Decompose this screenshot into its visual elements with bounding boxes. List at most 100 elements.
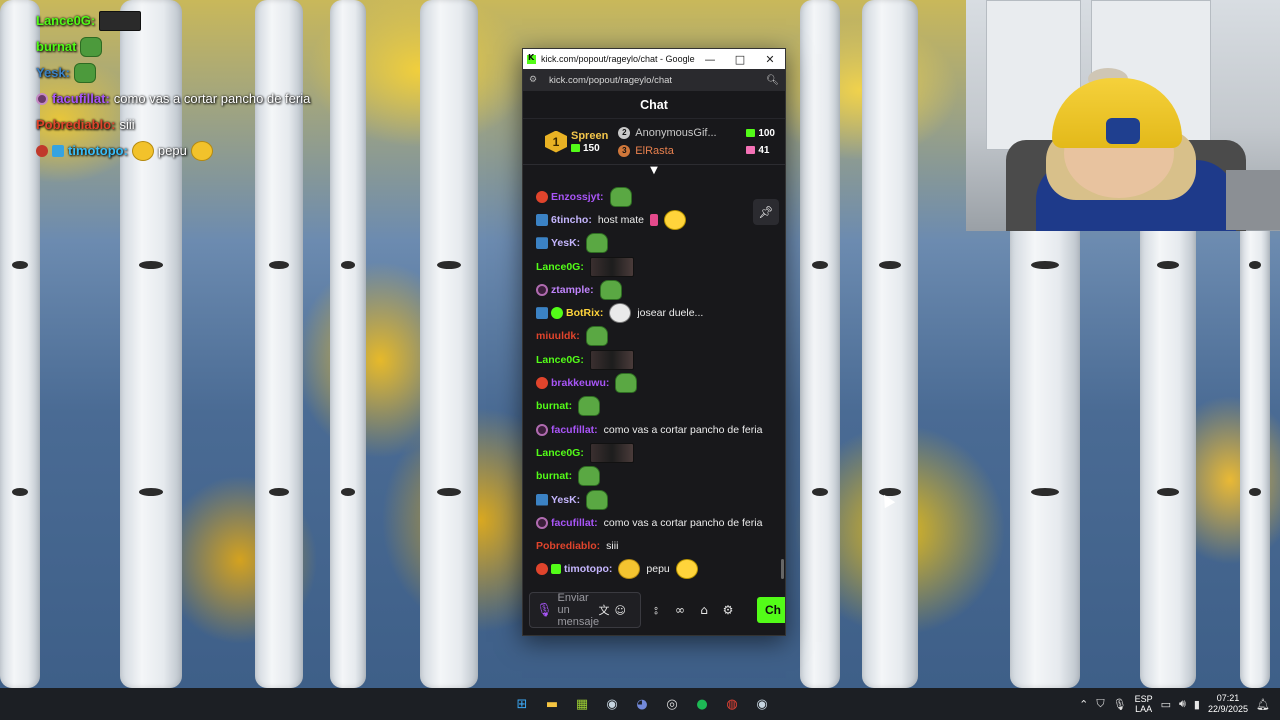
chat-username[interactable]: Lance0G: bbox=[536, 354, 584, 366]
taskbar-pinned-apps: ⊞ ▬ ▦ ◉ ◕ ◎ ● ◍ ◉ bbox=[510, 692, 774, 716]
file-explorer-icon[interactable]: ▬ bbox=[540, 692, 564, 716]
clock-date: 22/9/2025 bbox=[1207, 704, 1249, 714]
steam-alt-icon[interactable]: ◉ bbox=[750, 692, 774, 716]
chat-message[interactable]: burnat: bbox=[536, 465, 785, 488]
chat-username[interactable]: timotopo: bbox=[564, 563, 612, 575]
emote-image bbox=[675, 559, 698, 580]
chat-message[interactable]: miuuldk: bbox=[536, 325, 785, 348]
language-indicator[interactable]: ESP LAA bbox=[1135, 694, 1153, 714]
user-badge-icon bbox=[536, 307, 548, 320]
chat-username[interactable]: Lance0G: bbox=[536, 447, 584, 459]
chat-username[interactable]: burnat: bbox=[536, 400, 572, 412]
windows-start-icon[interactable]: ⊞ bbox=[510, 692, 534, 716]
chat-input[interactable]: 🎙︎ Enviar un mensaje 文 ☺ bbox=[529, 592, 641, 628]
chat-username[interactable]: YesK: bbox=[551, 237, 580, 249]
chat-username[interactable]: 6tincho: bbox=[551, 214, 592, 226]
chat-message[interactable]: YesK: bbox=[536, 488, 785, 511]
chrome-icon[interactable]: ◍ bbox=[720, 692, 744, 716]
notification-icon[interactable]: 🔔︎ bbox=[1256, 698, 1270, 711]
points-icon[interactable]: ⦂ bbox=[647, 603, 665, 618]
discord-icon[interactable]: ◕ bbox=[630, 692, 654, 716]
chat-message[interactable]: Lance0G: bbox=[536, 441, 785, 464]
chat-message[interactable]: BotRix: josear duele... bbox=[536, 301, 785, 324]
chat-username[interactable]: facufillat: bbox=[551, 517, 598, 529]
microphone-icon[interactable]: 🎙︎ bbox=[536, 603, 553, 618]
zoom-icon[interactable]: 🔍︎ bbox=[766, 75, 779, 86]
emote-image bbox=[589, 256, 634, 277]
battery-icon[interactable]: ▮ bbox=[1194, 698, 1200, 711]
user-badge-icon bbox=[536, 237, 548, 250]
chat-username[interactable]: Lance0G: bbox=[536, 261, 584, 273]
user-badge-icon bbox=[536, 423, 548, 436]
steam-icon[interactable]: ◉ bbox=[600, 692, 624, 716]
chat-username[interactable]: brakkeuwu: bbox=[551, 377, 609, 389]
chat-message[interactable]: facufillat: como vas a cortar pancho de f… bbox=[536, 418, 785, 441]
system-tray: ⌃ ⛉ 🎙︎ ESP LAA ▭ 🔊︎ ▮ 07:21 22/9/2025 🔔︎ bbox=[1079, 688, 1270, 720]
chat-message[interactable]: YesK: bbox=[536, 232, 785, 255]
chat-message[interactable]: Lance0G: bbox=[536, 348, 785, 371]
minimize-button[interactable]: — bbox=[695, 53, 725, 66]
keyboard-layout: LAA bbox=[1135, 704, 1153, 714]
security-shield-icon[interactable]: ⛉ bbox=[1096, 697, 1104, 711]
chat-message[interactable]: burnat: bbox=[536, 395, 785, 418]
chat-username[interactable]: facufillat: bbox=[551, 424, 598, 436]
infinity-icon[interactable]: ∞ bbox=[671, 603, 689, 617]
close-button[interactable]: ✕ bbox=[755, 53, 785, 66]
spotify-icon[interactable]: ● bbox=[690, 692, 714, 716]
chat-message[interactable]: Lance0G: bbox=[536, 255, 785, 278]
chat-username[interactable]: Pobrediablo: bbox=[536, 540, 600, 552]
emote-image bbox=[80, 37, 103, 57]
gift-icon bbox=[571, 144, 580, 152]
chat-message-list: Enzossjyt: 6tincho: host mate YesK: Lance0G:… bbox=[523, 185, 785, 583]
chat-username[interactable]: miuuldk: bbox=[536, 330, 580, 342]
chat-message[interactable]: ztample: bbox=[536, 278, 785, 301]
leaderboard-second-count: 100 bbox=[746, 128, 775, 139]
chat-message-text: josear duele... bbox=[637, 307, 704, 320]
leaderboard-first-name: Spreen bbox=[571, 129, 609, 142]
chat-message[interactable]: Enzossjyt: bbox=[536, 185, 785, 208]
chat-username[interactable]: YesK: bbox=[551, 494, 580, 506]
leaderboard-first[interactable]: 1 Spreen 150 bbox=[545, 130, 608, 154]
chat-message[interactable]: facufillat: como vas a cortar pancho de f… bbox=[536, 511, 785, 534]
windows-taskbar: ⊞ ▬ ▦ ◉ ◕ ◎ ● ◍ ◉ ⌃ ⛉ 🎙︎ ESP LAA ▭ 🔊︎ ▮ … bbox=[0, 688, 1280, 720]
chat-message[interactable]: 6tincho: host mate bbox=[536, 208, 785, 231]
chat-message[interactable]: timotopo: pepu bbox=[536, 558, 785, 581]
collapse-leaderboard-icon[interactable]: ▼ bbox=[523, 165, 785, 179]
microphone-icon[interactable]: 🎙︎ bbox=[1113, 698, 1127, 711]
pin-icon[interactable]: 📌︎ bbox=[753, 199, 779, 225]
chat-username[interactable]: ztample: bbox=[551, 284, 594, 296]
gift-count: 41 bbox=[758, 144, 770, 156]
shelf bbox=[1226, 170, 1280, 230]
address-bar[interactable]: ⚙ kick.com/popout/rageylo/chat 🔍︎ bbox=[523, 69, 785, 91]
url-text[interactable]: kick.com/popout/rageylo/chat bbox=[549, 75, 766, 86]
translate-icon[interactable]: 文 bbox=[599, 602, 610, 618]
emote-image bbox=[589, 442, 634, 463]
store-icon[interactable]: ⌂ bbox=[695, 603, 713, 617]
gift-leaderboard: 1 Spreen 150 2 AnonymousGif... 3 ElRasta bbox=[523, 119, 785, 165]
window-titlebar[interactable]: kick.com/popout/rageylo/chat - Google C.… bbox=[523, 49, 785, 69]
network-icon[interactable]: ▭ bbox=[1161, 698, 1171, 711]
volume-icon[interactable]: 🔊︎ bbox=[1179, 697, 1186, 711]
chevron-up-icon[interactable]: ⌃ bbox=[1079, 698, 1088, 711]
leaderboard-second-name: AnonymousGif... bbox=[635, 126, 717, 139]
user-badge-icon bbox=[536, 493, 548, 506]
minecraft-icon[interactable]: ▦ bbox=[570, 692, 594, 716]
leaderboard-third[interactable]: 3 ElRasta bbox=[618, 144, 727, 157]
obs-icon[interactable]: ◎ bbox=[660, 692, 684, 716]
chat-username[interactable]: burnat: bbox=[536, 470, 572, 482]
overlay-chat-line: burnat bbox=[36, 34, 366, 60]
settings-gear-icon[interactable]: ⚙ bbox=[719, 603, 737, 617]
chat-message[interactable]: Pobrediablo: siii bbox=[536, 534, 785, 557]
send-chat-button[interactable]: Ch bbox=[757, 597, 785, 623]
chat-username[interactable]: BotRix: bbox=[566, 307, 603, 319]
maximize-button[interactable]: □ bbox=[725, 53, 755, 66]
rank-two-badge: 2 bbox=[618, 126, 631, 139]
taskbar-clock[interactable]: 07:21 22/9/2025 bbox=[1208, 693, 1248, 715]
leaderboard-second[interactable]: 2 AnonymousGif... bbox=[618, 126, 727, 139]
chat-scrollbar[interactable] bbox=[781, 559, 784, 579]
chat-username[interactable]: Enzossjyt: bbox=[551, 191, 604, 203]
chat-message[interactable]: brakkeuwu: bbox=[536, 371, 785, 394]
chat-input-placeholder[interactable]: Enviar un mensaje bbox=[558, 592, 600, 628]
site-info-icon[interactable]: ⚙ bbox=[529, 75, 541, 85]
emoji-icon[interactable]: ☺ bbox=[615, 604, 626, 617]
